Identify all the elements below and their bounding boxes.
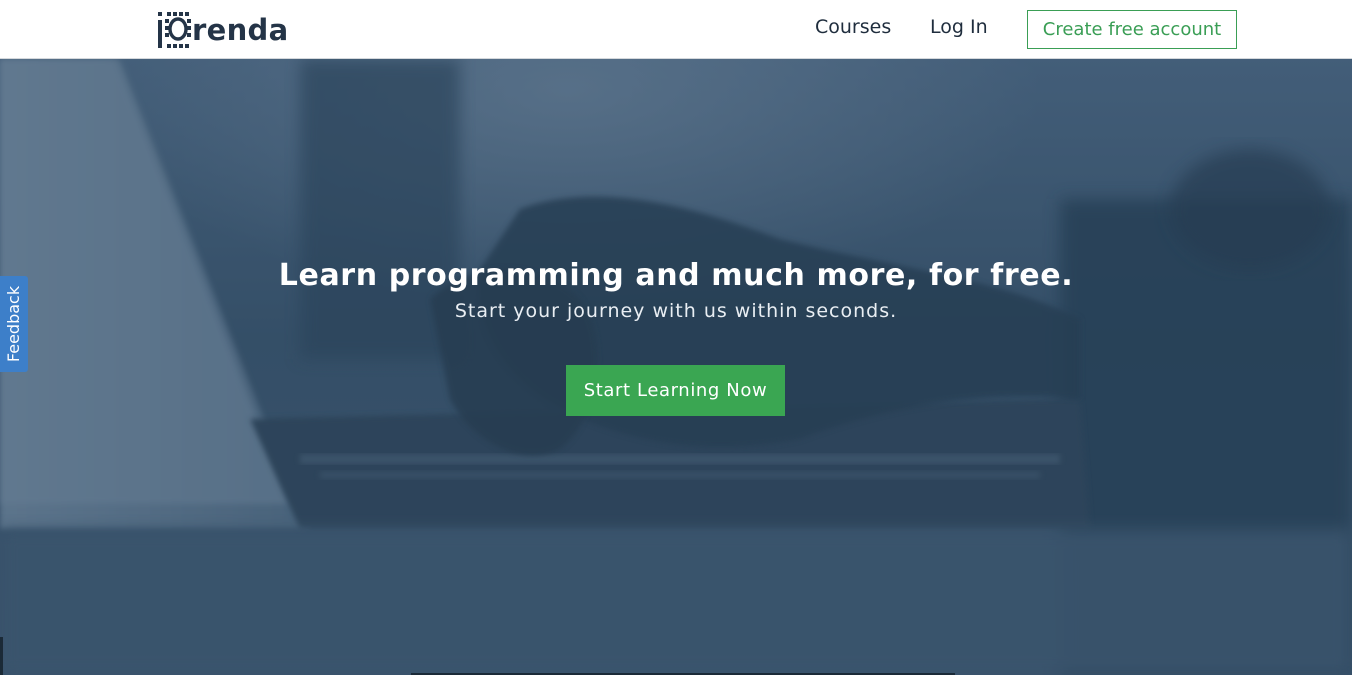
feedback-tab-label: Feedback	[4, 285, 24, 363]
logo-link[interactable]: renda	[157, 10, 288, 50]
logo-icon	[158, 12, 191, 48]
hero-subheadline: Start your journey with us within second…	[454, 300, 898, 322]
hero-headline: Learn programming and much more, for fre…	[278, 258, 1074, 293]
hero-section: Learn programming and much more, for fre…	[0, 59, 1352, 675]
feedback-tab[interactable]: Feedback	[0, 276, 28, 372]
nav-courses-link[interactable]: Courses	[815, 15, 891, 39]
logo-wordmark: renda	[192, 13, 289, 47]
nav-login-link[interactable]: Log In	[930, 15, 988, 39]
start-learning-now-button[interactable]: Start Learning Now	[566, 365, 785, 416]
create-free-account-button[interactable]: Create free account	[1027, 10, 1237, 49]
page-edge-left	[0, 637, 3, 675]
top-navigation-bar: renda Courses Log In Create free account	[0, 0, 1352, 59]
